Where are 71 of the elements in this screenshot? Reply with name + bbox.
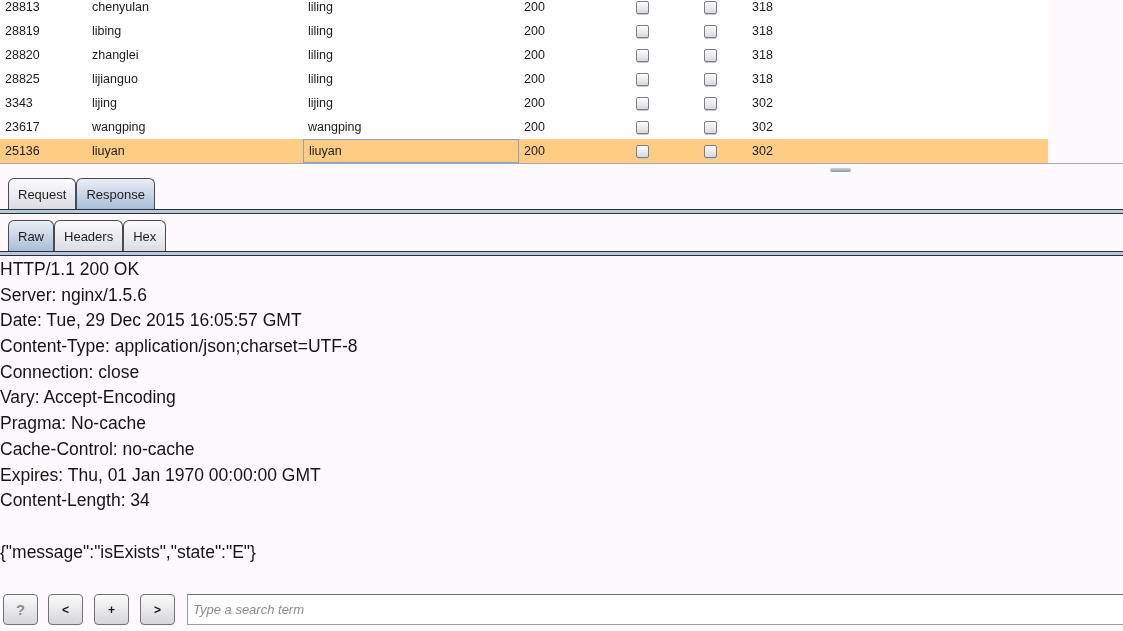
table-cell: liling: [308, 24, 333, 38]
response-header-line: Expires: Thu, 01 Jan 1970 00:00:00 GMT: [0, 464, 321, 485]
table-cell: wangping: [92, 120, 146, 134]
table-cell: 28820: [5, 48, 40, 62]
checkbox[interactable]: [636, 24, 649, 38]
checkbox[interactable]: [636, 0, 649, 14]
table-cell: 302: [752, 120, 773, 134]
table-cell: lijing: [92, 96, 117, 110]
checkbox[interactable]: [704, 144, 717, 158]
search-field[interactable]: Type a search term: [187, 594, 1123, 625]
response-body: {"message":"isExists","state":"E"}: [0, 541, 256, 562]
table-cell: liling: [308, 48, 333, 62]
table-cell: 200: [524, 120, 545, 134]
table-cell: liuyan: [303, 139, 519, 163]
response-header-line: Content-Type: application/json;charset=UTF-8: [0, 336, 358, 357]
checkbox[interactable]: [636, 144, 649, 158]
table-cell: 3343: [5, 96, 33, 110]
toolbar-button[interactable]: >: [140, 594, 175, 625]
response-header-line: Cache-Control: no-cache: [0, 438, 195, 459]
table-cell: wangping: [308, 120, 362, 134]
table-cell: 200: [524, 0, 545, 14]
response-header-line: Server: nginx/1.5.6: [0, 284, 147, 305]
tab[interactable]: Headers: [54, 220, 124, 251]
table-cell: zhanglei: [92, 48, 139, 62]
table-cell: 200: [524, 144, 545, 158]
response-header-line: Pragma: No-cache: [0, 413, 146, 434]
table-cell: 318: [752, 0, 773, 14]
checkbox[interactable]: [636, 120, 649, 134]
response-header-line: Date: Tue, 29 Dec 2015 16:05:57 GMT: [0, 310, 302, 331]
table-cell: 23617: [5, 120, 40, 134]
checkbox[interactable]: [704, 96, 717, 110]
checkbox[interactable]: [704, 0, 717, 14]
table-cell: 200: [524, 24, 545, 38]
tab[interactable]: Raw: [8, 220, 54, 251]
checkbox[interactable]: [636, 96, 649, 110]
table-cell: 25136: [5, 144, 40, 158]
response-header-line: Vary: Accept-Encoding: [0, 387, 176, 408]
table-cell: libing: [92, 24, 122, 38]
table-cell: 318: [752, 24, 773, 38]
toolbar-button[interactable]: +: [94, 594, 129, 625]
checkbox[interactable]: [704, 24, 717, 38]
table-cell: 302: [752, 96, 773, 110]
table-cell: liling: [308, 72, 333, 86]
checkbox[interactable]: [704, 120, 717, 134]
response-header-line: HTTP/1.1 200 OK: [0, 259, 140, 279]
table-cell: lijing: [308, 96, 333, 110]
table-cell: 200: [524, 48, 545, 62]
checkbox[interactable]: [704, 48, 717, 62]
table-row[interactable]: 25136 liuyan liuyan 200 302: [0, 139, 1048, 163]
table-cell: 318: [752, 48, 773, 62]
tab[interactable]: Response: [76, 178, 155, 209]
tab[interactable]: Request: [8, 178, 77, 209]
table-cell: chenyulan: [92, 0, 149, 14]
response-header-line: Content-Length: 34: [0, 490, 150, 511]
table-cell: liling: [308, 0, 333, 14]
checkbox[interactable]: [636, 48, 649, 62]
table-cell: 318: [752, 72, 773, 86]
response-header-line: Connection: close: [0, 361, 140, 382]
tab[interactable]: Hex: [123, 220, 167, 251]
table-cell: lijianguo: [92, 72, 138, 86]
table-cell: 200: [524, 96, 545, 110]
checkbox[interactable]: [636, 72, 649, 86]
table-cell: 28825: [5, 72, 40, 86]
toolbar-button[interactable]: <: [48, 594, 83, 625]
table-cell: 302: [752, 144, 773, 158]
splitter-handle-icon[interactable]: [830, 168, 851, 172]
table-cell: 200: [524, 72, 545, 86]
table-cell: liuyan: [92, 144, 125, 158]
table-cell: 28813: [5, 0, 40, 14]
table-cell: 28819: [5, 24, 40, 38]
checkbox[interactable]: [704, 72, 717, 86]
